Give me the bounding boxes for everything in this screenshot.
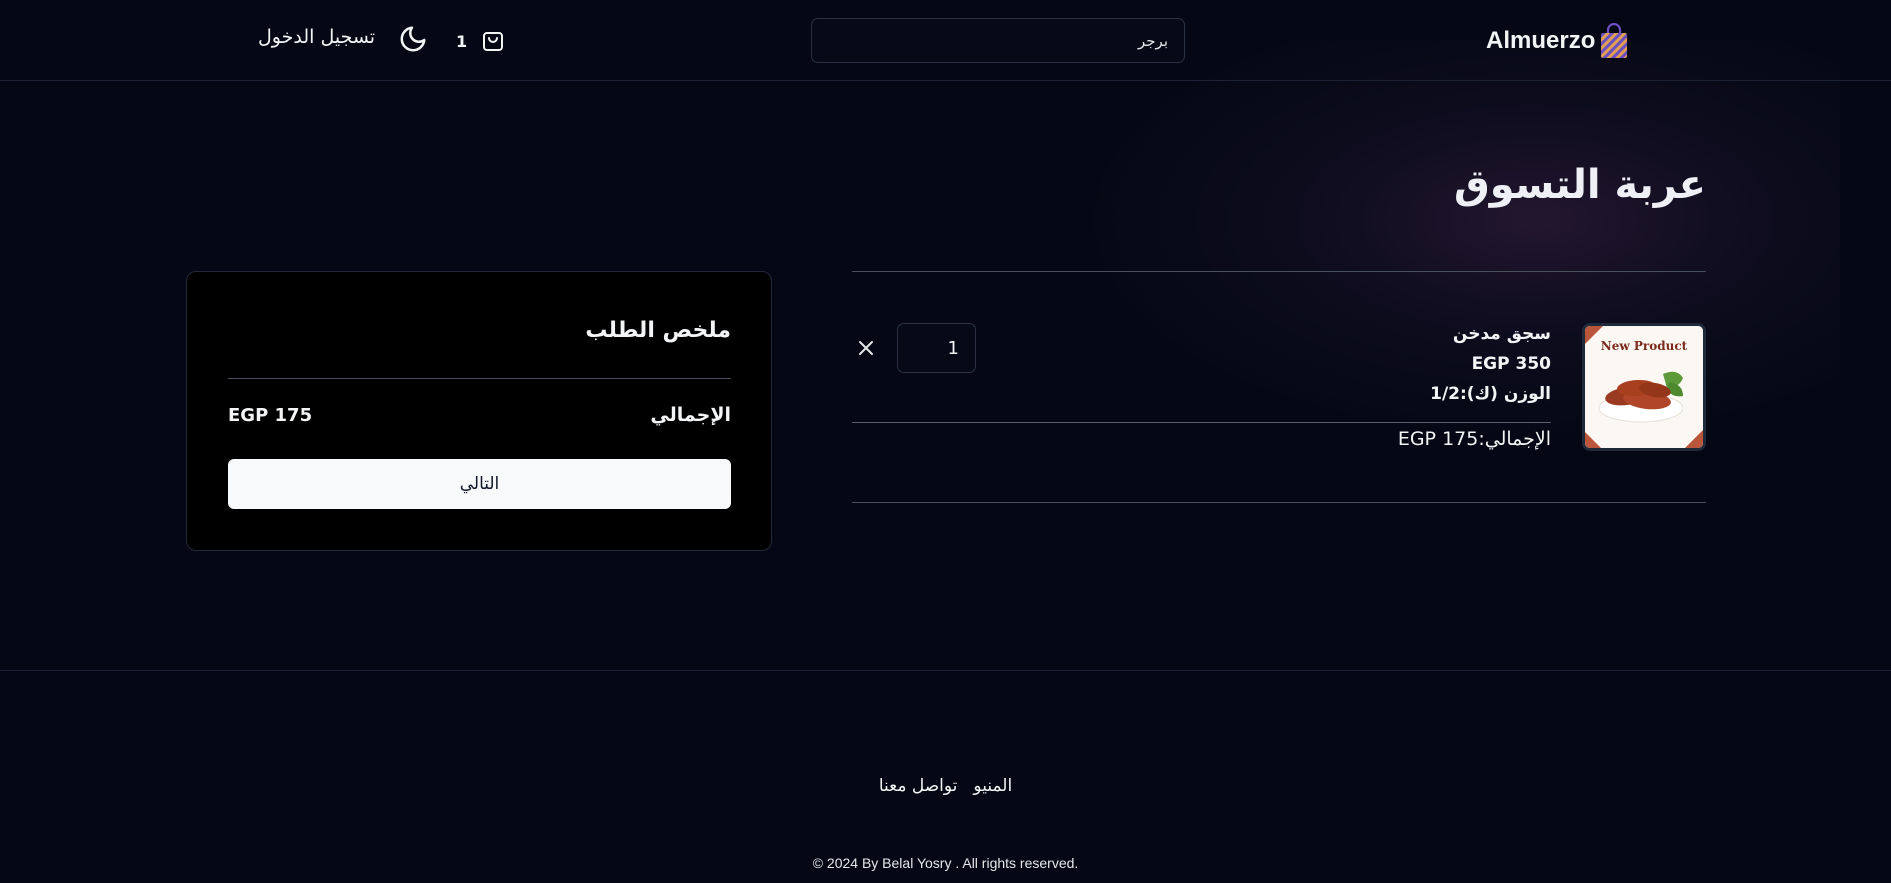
item-divider bbox=[852, 422, 1551, 423]
dark-mode-toggle-icon[interactable] bbox=[398, 24, 428, 54]
search-input[interactable] bbox=[811, 18, 1185, 63]
cart-count: 1 bbox=[456, 31, 468, 51]
copyright-text: © 2024 By Belal Yosry . All rights reser… bbox=[812, 855, 1079, 871]
cart-bag-icon bbox=[483, 32, 504, 51]
quantity-input[interactable] bbox=[897, 323, 976, 373]
footer-link-menu[interactable]: المنيو bbox=[973, 776, 1012, 796]
shopping-bag-logo-icon bbox=[1601, 23, 1628, 58]
footer-nav: المنيو تواصل معنا bbox=[0, 776, 1891, 796]
summary-total-value: EGP 175 bbox=[228, 405, 313, 426]
summary-divider bbox=[228, 378, 731, 379]
cart-button[interactable]: 1 bbox=[456, 26, 505, 56]
product-image-illustration: New Product bbox=[1585, 326, 1703, 448]
footer-link-contact[interactable]: تواصل معنا bbox=[879, 776, 958, 796]
login-link[interactable]: تسجيل الدخول bbox=[258, 26, 375, 48]
item-info: سجق مدخن EGP 350 الوزن (ك):1/2 bbox=[991, 324, 1551, 414]
footer-divider bbox=[0, 670, 1891, 671]
item-name: سجق مدخن bbox=[1452, 324, 1551, 344]
item-total: الإجمالي:175 EGP bbox=[1397, 428, 1551, 450]
brand-name: Almuerzo bbox=[1486, 27, 1596, 54]
next-button[interactable]: التالي bbox=[228, 459, 731, 509]
page-title: عربة التسوق bbox=[1453, 162, 1706, 208]
summary-title: ملخص الطلب bbox=[585, 318, 731, 343]
top-navbar: Almuerzo 1 تسجيل الدخول bbox=[0, 0, 1891, 81]
product-image[interactable]: New Product bbox=[1582, 323, 1706, 451]
item-price: EGP 350 bbox=[1471, 354, 1551, 374]
item-weight: الوزن (ك):1/2 bbox=[1430, 384, 1551, 404]
cart-items-list: New Product سجق مدخن EGP 350 الوزن (ك):1… bbox=[852, 271, 1706, 503]
order-summary-card: ملخص الطلب الإجمالي EGP 175 التالي bbox=[186, 271, 772, 551]
summary-total-label: الإجمالي bbox=[650, 404, 731, 426]
close-icon[interactable] bbox=[854, 336, 878, 360]
brand-logo[interactable]: Almuerzo bbox=[1486, 22, 1629, 60]
product-image-caption: New Product bbox=[1601, 339, 1688, 353]
